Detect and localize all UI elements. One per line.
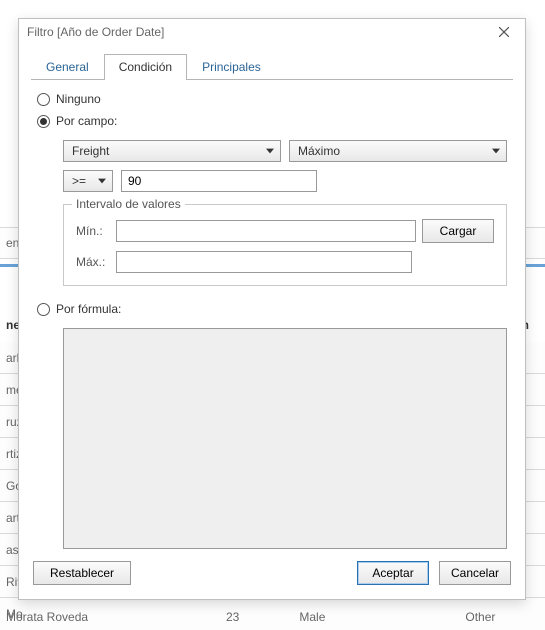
aggregation-dropdown[interactable]: Máximo [289,140,507,162]
chevron-down-icon [492,144,500,158]
dialog-footer: Restablecer Aceptar Cancelar [19,549,525,599]
titlebar: Filtro [Año de Order Date] [19,19,525,44]
close-icon [499,27,509,37]
max-input[interactable] [116,251,412,273]
chevron-down-icon [98,174,106,188]
min-label: Mín.: [76,224,110,238]
close-button[interactable] [491,21,517,43]
operator-dropdown-value: >= [72,174,86,188]
ok-button[interactable]: Aceptar [357,561,429,585]
formula-textarea[interactable] [63,328,507,549]
load-button[interactable]: Cargar [422,219,494,243]
max-label: Máx.: [76,255,110,269]
tab-general[interactable]: General [31,54,104,80]
tab-condicion[interactable]: Condición [104,54,187,80]
range-legend: Intervalo de valores [72,197,185,211]
value-input[interactable] [121,170,317,192]
cancel-button[interactable]: Cancelar [439,561,511,585]
range-group: Intervalo de valores Mín.: Cargar Máx.: [63,204,507,286]
field-dropdown-value: Freight [72,144,109,158]
field-dropdown[interactable]: Freight [63,140,281,162]
dialog-body: Ninguno Por campo: Freight Máximo >= [19,80,525,549]
bg-cell-name: Morata Roveda [6,610,166,624]
radio-by-field-label: Por campo: [56,114,117,128]
chevron-down-icon [266,144,274,158]
filter-dialog: Filtro [Año de Order Date] General Condi… [18,18,526,600]
bg-cell-age: 23 [226,610,239,624]
reset-button[interactable]: Restablecer [33,561,131,585]
radio-by-field[interactable] [37,115,50,128]
operator-dropdown[interactable]: >= [63,170,113,192]
bg-cell-gender: Male [299,610,325,624]
tab-bar: General Condición Principales [31,54,513,80]
min-input[interactable] [116,220,416,242]
tab-principales[interactable]: Principales [187,54,276,80]
aggregation-dropdown-value: Máximo [298,144,340,158]
dialog-title: Filtro [Año de Order Date] [27,25,491,39]
radio-none-label: Ninguno [56,92,101,106]
radio-by-formula[interactable] [37,303,50,316]
bg-cell-eth: Other [465,610,495,624]
radio-none[interactable] [37,93,50,106]
radio-by-formula-label: Por fórmula: [56,302,121,316]
